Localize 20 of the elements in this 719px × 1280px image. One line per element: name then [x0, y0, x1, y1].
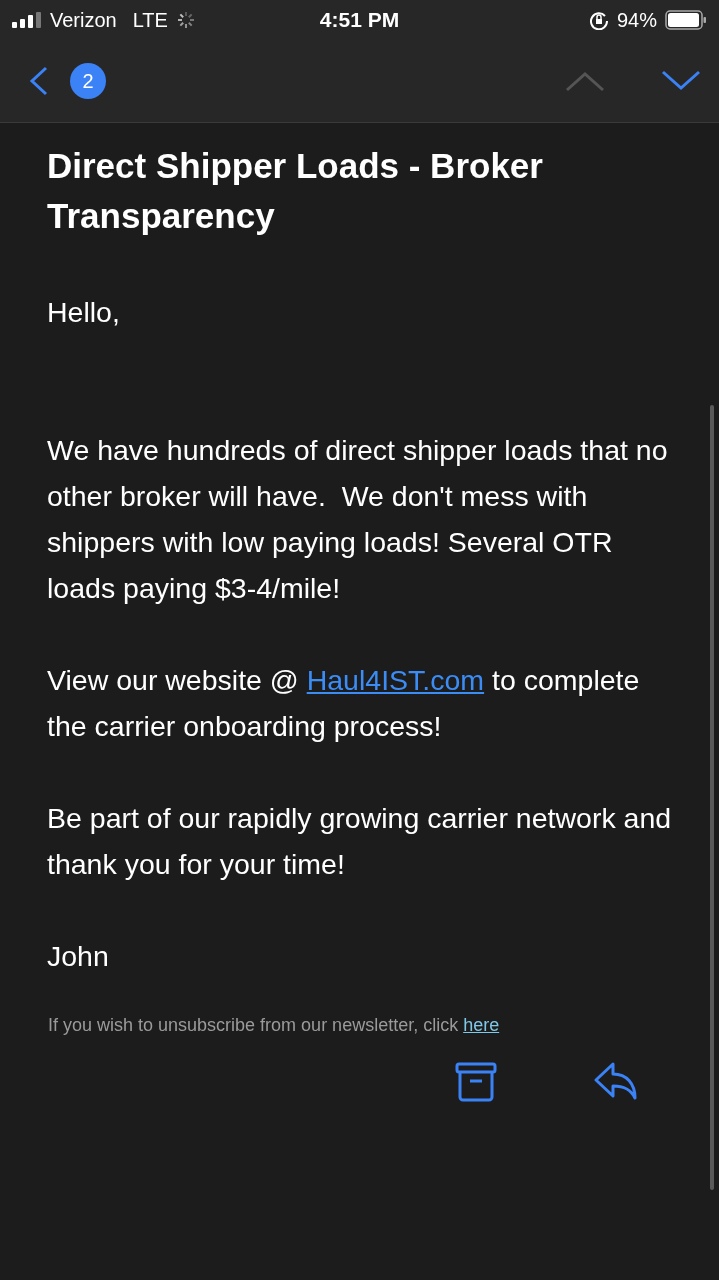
battery-percent: 94% — [616, 8, 657, 32]
network-type: LTE — [132, 8, 168, 32]
message-subject: Direct Shipper Loads - Broker Transparency — [47, 145, 544, 237]
activity-spinner-icon — [175, 10, 196, 30]
unsubscribe-text: If you wish to unsubscribe from our newsletter, click here — [48, 1015, 501, 1036]
carrier-name: Verizon — [50, 8, 117, 32]
message-paragraph: John — [47, 939, 110, 974]
message-paragraph: Hello, — [47, 295, 121, 330]
unsubscribe-link[interactable]: here — [463, 1015, 500, 1035]
message-paragraph: We have hundreds of direct shipper loads that no other broker will have. We don't mess with shippers with low paying loads! Several OTR loads paying $3-4/mile! — [47, 433, 669, 606]
archive-icon[interactable] — [455, 1062, 497, 1102]
unread-count-badge: 2 — [70, 63, 106, 99]
message-paragraph: View our website @ Haul4IST.com to complete the carrier onboarding process! — [47, 663, 641, 744]
signal-icon — [12, 12, 42, 28]
message-paragraph: Be part of our rapidly growing carrier network and thank you for your time! — [47, 801, 673, 882]
battery-icon — [665, 10, 707, 30]
website-link[interactable]: Haul4IST.com — [306, 664, 485, 696]
rotation-lock-icon — [588, 10, 609, 30]
clock-time: 4:51 PM — [319, 8, 400, 32]
reply-icon[interactable] — [593, 1062, 639, 1102]
